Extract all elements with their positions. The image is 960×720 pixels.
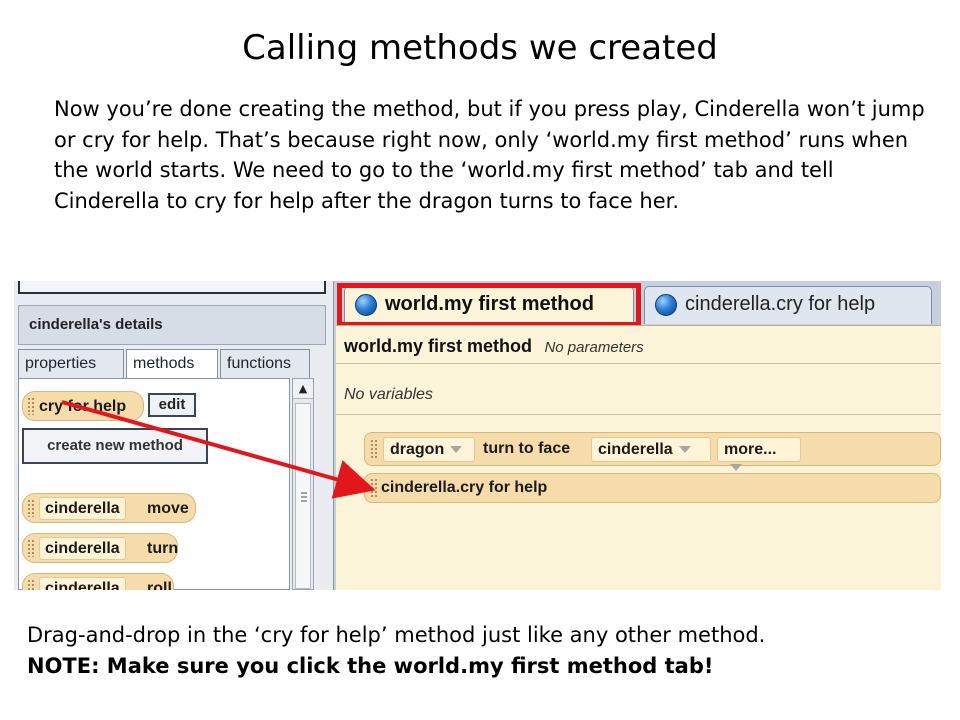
tab-functions[interactable]: functions [220,349,310,379]
grip-icon [301,492,307,502]
dropdown-arrow-icon [730,464,742,472]
editor-tab-strip: world.my first method cinderella.cry for… [336,281,941,327]
method-editor: world.my first method cinderella.cry for… [336,281,941,590]
footer-text: Drag-and-drop in the ‘cry for help’ meth… [27,623,766,647]
tab-label: cinderella.cry for help [685,293,876,315]
method-tile-turn[interactable]: cinderella turn [22,533,178,563]
drag-handle [27,397,35,415]
dropdown-arrow-icon [678,446,691,454]
object-dropdown[interactable]: dragon [383,437,475,462]
scroll-up-arrow-icon[interactable]: ▲ [293,379,313,399]
intro-text: Now you’re done creating the method, but… [54,97,925,213]
blue-ball-icon [655,294,677,316]
edit-method-button[interactable]: edit [148,393,196,417]
object-label: dragon [390,441,445,458]
method-tile-move[interactable]: cinderella move [22,493,196,523]
method-tile-object: cinderella [39,497,126,520]
slide-title: Calling methods we created [242,28,718,68]
create-new-method-button[interactable]: create new method [22,428,208,464]
tab-highlight-box [337,283,641,327]
method-tile-label: turn [147,540,179,557]
footer: Drag-and-drop in the ‘cry for help’ meth… [27,620,947,682]
method-tile-label: roll [147,580,172,590]
object-tree-edge [18,281,326,294]
more-dropdown[interactable]: more... [717,437,801,472]
method-params: No parameters [544,339,644,356]
target-label: cinderella [598,441,673,458]
details-panel: cinderella's details properties methods … [14,281,334,590]
method-tile-object: cinderella [39,577,126,590]
alice-screenshot: cinderella's details properties methods … [14,281,941,590]
variables-row: No variables [336,363,941,415]
method-header: world.my first method No parameters [336,325,941,363]
action-label: turn to face [483,440,571,457]
drag-handle [27,499,35,517]
dropdown-arrow-icon [450,446,463,454]
scroll-thumb[interactable] [295,403,311,589]
details-tabs: properties methods functions [18,349,326,380]
method-tile-roll[interactable]: cinderella roll [22,573,174,590]
tab-cinderella-cry-for-help[interactable]: cinderella.cry for help [644,286,932,324]
method-tile-label: move [147,500,189,517]
tab-properties[interactable]: properties [18,349,124,379]
methods-scrollbar[interactable]: ▲ [292,378,314,590]
drag-handle [370,478,378,498]
statement-cinderella-cry-for-help[interactable]: cinderella.cry for help [364,473,941,503]
target-dropdown[interactable]: cinderella [591,437,711,462]
drag-handle [27,579,35,590]
method-tile-object: cinderella [39,537,126,560]
method-tile-label: cry for help [39,398,127,415]
drag-handle [370,439,378,459]
tab-methods[interactable]: methods [126,349,218,380]
more-label: more... [724,441,777,458]
method-name: world.my first method [344,336,533,356]
statement-dragon-turn-to-face[interactable]: dragon turn to face cinderella more... [364,432,941,472]
method-tile-cry-for-help[interactable]: cry for help [22,391,144,421]
statement-label: cinderella.cry for help [381,479,548,496]
details-header: cinderella's details [18,305,326,345]
drag-handle [27,539,35,557]
footer-note: NOTE: Make sure you click the world.my f… [27,654,714,678]
